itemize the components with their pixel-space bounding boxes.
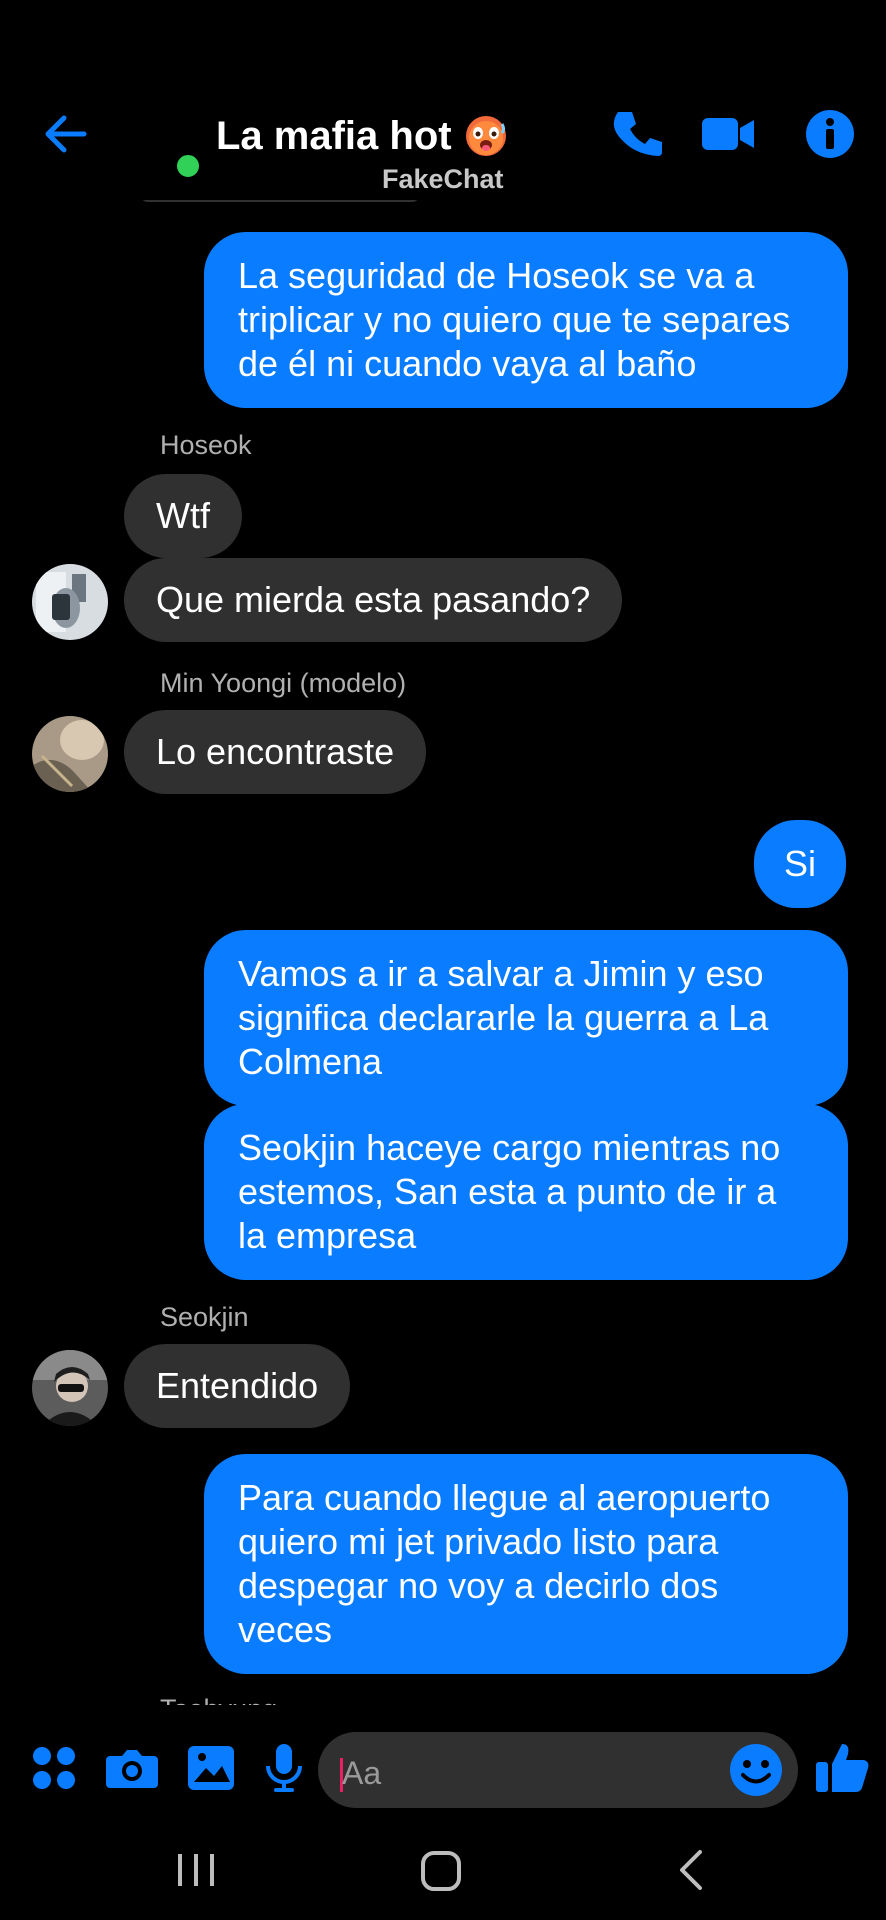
watermark-text: FakeChat bbox=[382, 164, 504, 194]
info-button[interactable] bbox=[802, 106, 858, 162]
message-input[interactable] bbox=[342, 1750, 702, 1796]
hot-face-emoji-icon bbox=[465, 116, 506, 156]
outgoing-message[interactable]: La seguridad de Hoseok se va a triplicar… bbox=[204, 232, 848, 408]
home-icon bbox=[421, 1851, 461, 1891]
emoji-icon bbox=[730, 1744, 782, 1796]
camera-button[interactable] bbox=[104, 1740, 160, 1796]
back-arrow-icon bbox=[45, 115, 87, 153]
recent-apps-button[interactable] bbox=[174, 1850, 218, 1890]
incoming-message[interactable]: Que mierda esta pasando? bbox=[124, 558, 623, 642]
system-navigation-bar bbox=[0, 1820, 886, 1920]
outgoing-message[interactable]: Para cuando llegue al aeropuerto quiero … bbox=[204, 1454, 848, 1674]
thumbs-up-icon bbox=[816, 1744, 869, 1792]
home-button[interactable] bbox=[418, 1848, 464, 1894]
video-call-button[interactable] bbox=[700, 106, 756, 162]
recent-apps-icon bbox=[178, 1854, 214, 1886]
call-button[interactable] bbox=[610, 106, 666, 162]
sender-name: Min Yoongi (modelo) bbox=[160, 668, 407, 698]
incoming-message[interactable]: Wtf bbox=[124, 474, 242, 558]
video-camera-icon bbox=[702, 118, 754, 150]
like-button[interactable] bbox=[814, 1738, 872, 1796]
sender-name: Seokjin bbox=[160, 1302, 249, 1332]
gallery-icon bbox=[188, 1746, 234, 1790]
emoji-button[interactable] bbox=[728, 1742, 784, 1798]
microphone-icon bbox=[266, 1744, 302, 1792]
camera-icon bbox=[106, 1750, 158, 1788]
back-icon bbox=[680, 1850, 702, 1890]
incoming-message[interactable]: Entendido bbox=[124, 1344, 351, 1428]
avatar-min-yoongi[interactable] bbox=[32, 716, 108, 792]
chat-title: La mafia hot bbox=[216, 113, 452, 158]
back-button[interactable] bbox=[40, 108, 92, 160]
message-composer bbox=[0, 1720, 886, 1820]
incoming-message[interactable]: Lo encontraste bbox=[124, 710, 427, 794]
gallery-button[interactable] bbox=[184, 1740, 240, 1796]
phone-icon bbox=[613, 112, 662, 156]
outgoing-message[interactable]: Vamos a ir a salvar a Jimin y eso signif… bbox=[204, 930, 848, 1106]
info-icon bbox=[806, 110, 854, 158]
outgoing-message[interactable]: Seokjin haceye cargo mientras no estemos… bbox=[204, 1104, 848, 1280]
online-status-dot bbox=[174, 152, 202, 180]
apps-button[interactable] bbox=[26, 1740, 82, 1796]
sender-name: Taehyung bbox=[160, 1694, 277, 1705]
apps-icon bbox=[33, 1747, 75, 1789]
previous-bubble-edge bbox=[140, 200, 420, 202]
system-back-button[interactable] bbox=[672, 1848, 712, 1892]
sender-name: Hoseok bbox=[160, 430, 252, 460]
message-list[interactable]: La seguridad de Hoseok se va a triplicar… bbox=[0, 200, 886, 1705]
avatar-seokjin[interactable] bbox=[32, 1350, 108, 1426]
avatar-hoseok[interactable] bbox=[32, 564, 108, 640]
chat-title-area[interactable]: La mafia hot bbox=[216, 108, 508, 164]
chat-header: La mafia hot FakeChat bbox=[0, 0, 886, 200]
microphone-button[interactable] bbox=[256, 1740, 312, 1796]
outgoing-message[interactable]: Si bbox=[754, 820, 847, 908]
